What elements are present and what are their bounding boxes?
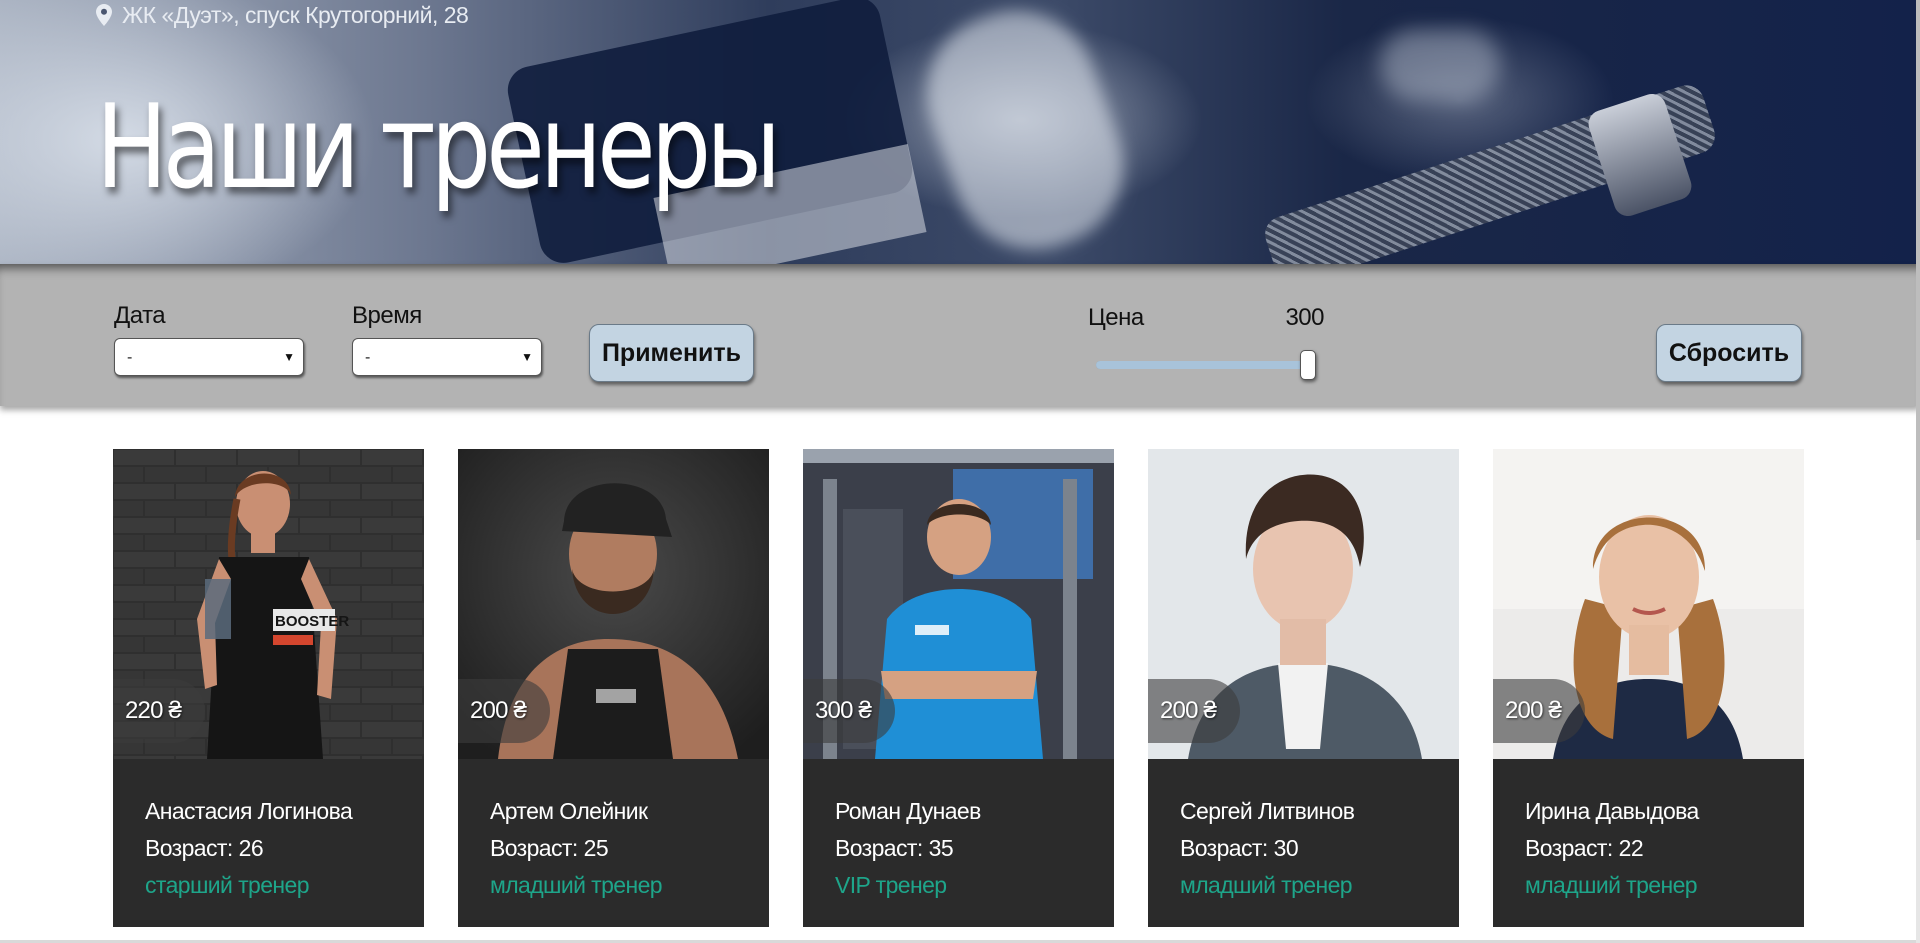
trainer-card[interactable]: 200 ₴ Ирина Давыдова Возраст: 22 младший… [1493, 449, 1804, 927]
trainers-page: ЖК «Дуэт», спуск Крутогорний, 28 Наши тр… [0, 0, 1920, 943]
reset-button[interactable]: Сбросить [1656, 324, 1802, 382]
trainer-name: Роман Дунаев [835, 798, 981, 824]
trainer-card[interactable]: 200 ₴ Артем Олейник Возраст: 25 младший … [458, 449, 769, 927]
trainer-card[interactable]: BOOSTER 220 ₴ Анастасия Логинова Возраст… [113, 449, 424, 927]
chevron-down-icon: ▼ [521, 350, 533, 364]
price-badge: 200 ₴ [1148, 679, 1241, 743]
scrollbar-thumb[interactable] [1916, 0, 1920, 540]
price-slider-thumb[interactable] [1300, 350, 1316, 380]
price-filter: Цена 300 [1088, 304, 1324, 380]
price-label: Цена [1088, 304, 1144, 331]
price-badge: 200 ₴ [1493, 679, 1586, 743]
trainer-info: Артем Олейник Возраст: 25 младший тренер [490, 793, 663, 904]
trainer-age: Возраст: 26 [145, 830, 352, 867]
trainer-rank: младший тренер [1180, 872, 1353, 898]
trainer-name: Анастасия Логинова [145, 798, 353, 824]
age-value: 25 [583, 835, 609, 861]
trainer-rank: младший тренер [1525, 872, 1698, 898]
age-value: 22 [1618, 835, 1644, 861]
trainer-card[interactable]: 300 ₴ Роман Дунаев Возраст: 35 VIP трене… [803, 449, 1114, 927]
price-badge: 200 ₴ [458, 679, 551, 743]
date-select[interactable]: - ▼ [114, 338, 304, 376]
time-filter: Время - ▼ [352, 302, 542, 376]
location-link[interactable]: ЖК «Дуэт», спуск Крутогорний, 28 [96, 0, 469, 30]
trainer-age: Возраст: 22 [1525, 830, 1699, 867]
apply-button[interactable]: Применить [589, 324, 754, 382]
date-label: Дата [114, 302, 166, 329]
age-prefix: Возраст: [1180, 835, 1268, 861]
trainer-name: Артем Олейник [490, 798, 648, 824]
price-slider-fill [1096, 361, 1304, 369]
hero-photo-hand [904, 0, 1146, 264]
age-prefix: Возраст: [490, 835, 578, 861]
time-select-value: - [365, 349, 371, 366]
trainer-name: Ирина Давыдова [1525, 798, 1699, 824]
location-text: ЖК «Дуэт», спуск Крутогорний, 28 [122, 1, 469, 28]
trainer-age: Возраст: 35 [835, 830, 981, 867]
filter-bar: Дата - ▼ Время - ▼ Применить Цена 300 Сб… [0, 264, 1920, 406]
trainer-age: Возраст: 25 [490, 830, 662, 867]
price-slider[interactable] [1088, 350, 1324, 380]
trainer-info: Сергей Литвинов Возраст: 30 младший трен… [1180, 793, 1355, 904]
date-select-value: - [127, 349, 133, 366]
price-value: 300 [1285, 304, 1324, 331]
trainer-rank: старший тренер [145, 872, 310, 898]
trainer-card[interactable]: 200 ₴ Сергей Литвинов Возраст: 30 младши… [1148, 449, 1459, 927]
age-prefix: Возраст: [835, 835, 923, 861]
price-badge: 220 ₴ [113, 679, 206, 743]
time-label: Время [352, 302, 422, 329]
trainer-info: Ирина Давыдова Возраст: 22 младший трене… [1525, 793, 1699, 904]
date-filter: Дата - ▼ [114, 302, 304, 376]
trainer-rank: VIP тренер [835, 872, 947, 898]
trainer-name: Сергей Литвинов [1180, 798, 1355, 824]
trainer-info: Анастасия Логинова Возраст: 26 старший т… [145, 793, 353, 904]
trainer-info: Роман Дунаев Возраст: 35 VIP тренер [835, 793, 981, 904]
age-value: 35 [928, 835, 954, 861]
age-prefix: Возраст: [1525, 835, 1613, 861]
page-scrollbar[interactable] [1916, 0, 1920, 943]
age-prefix: Возраст: [145, 835, 233, 861]
trainer-cards: BOOSTER 220 ₴ Анастасия Логинова Возраст… [113, 449, 1804, 927]
age-value: 30 [1273, 835, 1299, 861]
hero-banner: ЖК «Дуэт», спуск Крутогорний, 28 Наши тр… [0, 0, 1920, 264]
age-value: 26 [238, 835, 264, 861]
trainer-rank: младший тренер [490, 872, 663, 898]
svg-text:BOOSTER: BOOSTER [275, 613, 349, 630]
time-select[interactable]: - ▼ [352, 338, 542, 376]
trainer-age: Возраст: 30 [1180, 830, 1354, 867]
page-title: Наши тренеры [96, 80, 781, 215]
price-badge: 300 ₴ [803, 679, 896, 743]
map-pin-icon [96, 4, 112, 26]
chevron-down-icon: ▼ [283, 350, 295, 364]
hero-photo-highlight [1380, 30, 1500, 100]
